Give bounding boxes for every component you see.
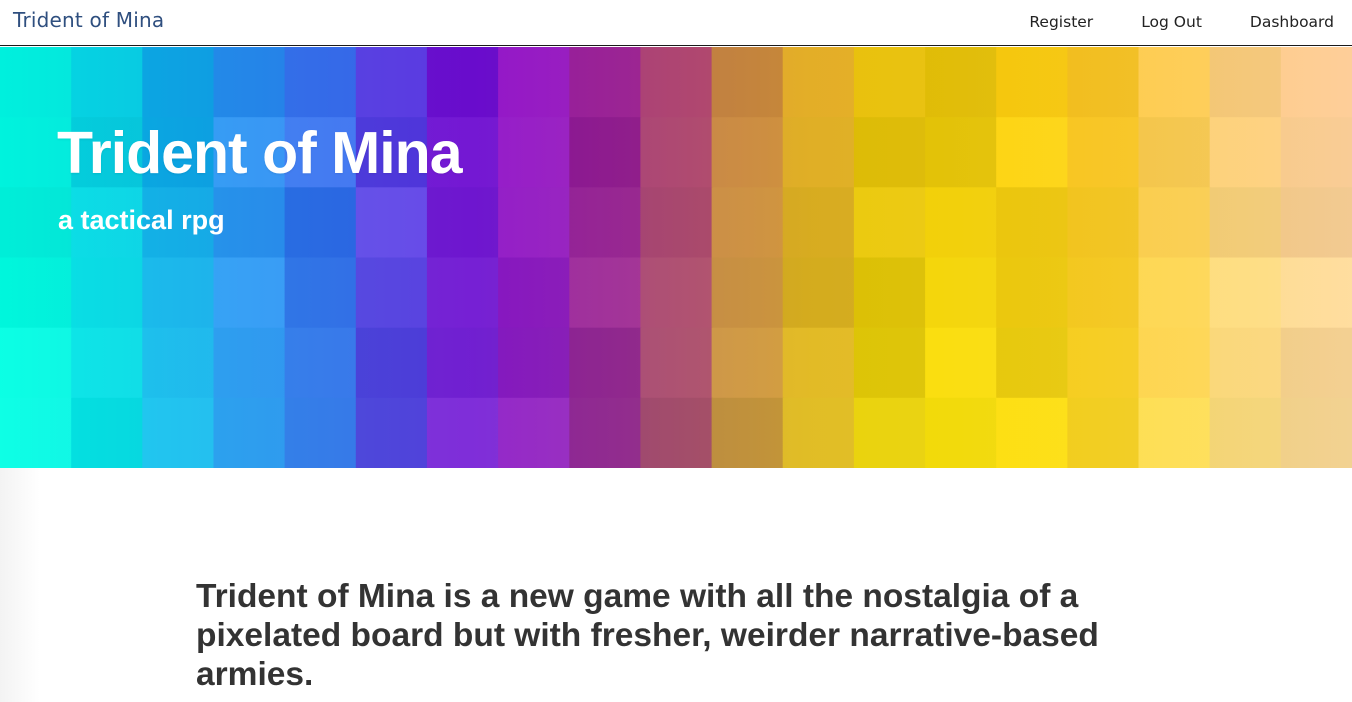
- hero-overlay: [0, 47, 1352, 468]
- pixelated-gradient-background: [0, 47, 1352, 468]
- left-edge-shade: [0, 468, 40, 702]
- nav-links: Register Log Out Dashboard: [1029, 13, 1334, 31]
- nav-logout-link[interactable]: Log Out: [1141, 13, 1202, 31]
- hero-banner: Trident of Mina a tactical rpg: [0, 47, 1352, 468]
- nav-register-link[interactable]: Register: [1029, 13, 1093, 31]
- intro-paragraph: Trident of Mina is a new game with all t…: [196, 578, 1099, 693]
- hero-subtitle: a tactical rpg: [58, 205, 225, 235]
- top-navbar: Trident of Mina Register Log Out Dashboa…: [0, 0, 1352, 46]
- brand-link[interactable]: Trident of Mina: [13, 8, 164, 32]
- hero-title: Trident of Mina: [57, 120, 463, 186]
- nav-dashboard-link[interactable]: Dashboard: [1250, 13, 1334, 31]
